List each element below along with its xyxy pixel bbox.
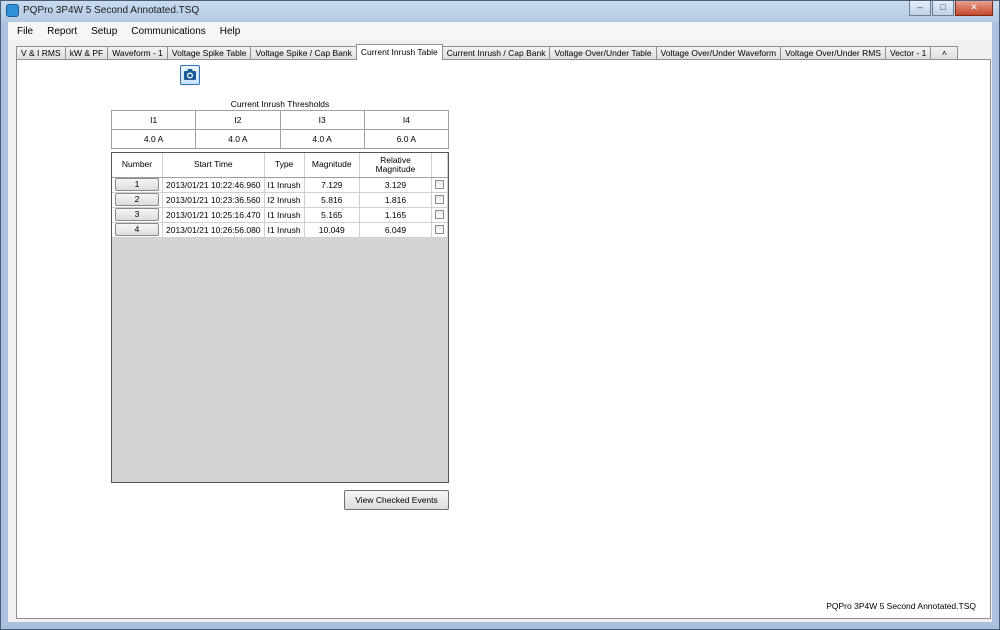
table-row: 1 2013/01/21 10:22:46.960 I1 Inrush 7.12… <box>112 177 449 193</box>
event-number-button[interactable]: 2 <box>115 193 159 206</box>
cell-start-time: 2013/01/21 10:25:16.470 <box>162 207 265 223</box>
menu-setup[interactable]: Setup <box>84 24 124 39</box>
threshold-header-i3: I3 <box>279 110 365 130</box>
tab-voltage-spike-table[interactable]: Voltage Spike Table <box>166 46 252 60</box>
event-checkbox[interactable] <box>434 225 444 234</box>
app-window: PQPro 3P4W 5 Second Annotated.TSQ – □ ✕ … <box>0 0 1000 630</box>
threshold-header-i1: I1 <box>110 110 197 130</box>
cell-start-time: 2013/01/21 10:26:56.080 <box>162 222 265 238</box>
menu-report[interactable]: Report <box>40 24 84 39</box>
tab-voltage-over-under-waveform[interactable]: Voltage Over/Under Waveform <box>655 46 782 60</box>
close-button[interactable]: ✕ <box>955 1 993 16</box>
tab-voltage-spike-cap-bank[interactable]: Voltage Spike / Cap Bank <box>250 46 357 60</box>
cell-type: I1 Inrush <box>264 207 305 223</box>
cell-relative-magnitude: 3.129 <box>359 177 432 193</box>
minimize-button[interactable]: – <box>909 1 931 16</box>
menu-file[interactable]: File <box>10 24 40 39</box>
threshold-value-i4: 6.0 A <box>363 129 450 149</box>
cell-type: I2 Inrush <box>264 192 305 208</box>
window-controls: – □ ✕ <box>908 1 993 19</box>
tab-waveform-1[interactable]: Waveform - 1 <box>107 46 168 60</box>
cell-magnitude: 10.049 <box>304 222 360 238</box>
app-icon <box>6 4 19 17</box>
table-row: 4 2013/01/21 10:26:56.080 I1 Inrush 10.0… <box>112 222 449 238</box>
tab-scroll-button[interactable]: ˄ <box>930 46 959 60</box>
table-row: 2 2013/01/21 10:23:36.560 I2 Inrush 5.81… <box>112 192 449 208</box>
events-grid: Number Start Time Type Magnitude Relativ… <box>111 152 449 483</box>
cell-start-time: 2013/01/21 10:23:36.560 <box>162 192 265 208</box>
threshold-value-i2: 4.0 A <box>195 129 281 149</box>
threshold-header-i2: I2 <box>195 110 281 130</box>
cell-start-time: 2013/01/21 10:22:46.960 <box>162 177 265 193</box>
column-header-start-time[interactable]: Start Time <box>162 153 265 178</box>
menu-help[interactable]: Help <box>213 24 248 39</box>
column-header-relative-magnitude[interactable]: Relative Magnitude <box>359 153 432 178</box>
tab-voltage-over-under-table[interactable]: Voltage Over/Under Table <box>549 46 657 60</box>
threshold-value-i1: 4.0 A <box>110 129 197 149</box>
cell-relative-magnitude: 1.165 <box>359 207 432 223</box>
event-checkbox[interactable] <box>434 180 444 189</box>
cell-magnitude: 7.129 <box>304 177 360 193</box>
cell-relative-magnitude: 1.816 <box>359 192 432 208</box>
title-bar[interactable]: PQPro 3P4W 5 Second Annotated.TSQ – □ ✕ <box>1 1 999 21</box>
tab-kw-pf[interactable]: kW & PF <box>64 46 109 60</box>
status-filename: PQPro 3P4W 5 Second Annotated.TSQ <box>826 601 976 611</box>
cell-relative-magnitude: 6.049 <box>359 222 432 238</box>
column-header-type[interactable]: Type <box>264 153 305 178</box>
tab-voltage-over-under-rms[interactable]: Voltage Over/Under RMS <box>780 46 886 60</box>
event-number-button[interactable]: 1 <box>115 178 159 191</box>
event-checkbox[interactable] <box>434 210 444 219</box>
thresholds-table: I1 I2 I3 I4 4.0 A 4.0 A 4.0 A 6.0 A <box>110 110 450 149</box>
thresholds-caption: Current Inrush Thresholds <box>230 99 330 109</box>
client-area: V & I RMS kW & PF Waveform - 1 Voltage S… <box>8 40 992 622</box>
cell-type: I1 Inrush <box>264 177 305 193</box>
tab-page-current-inrush: Current Inrush Thresholds I1 I2 I3 I4 4.… <box>16 59 991 619</box>
view-checked-events-button[interactable]: View Checked Events <box>344 490 449 510</box>
events-table: Number Start Time Type Magnitude Relativ… <box>112 153 449 238</box>
menu-bar: File Report Setup Communications Help <box>8 22 992 40</box>
cell-magnitude: 5.816 <box>304 192 360 208</box>
column-header-magnitude[interactable]: Magnitude <box>304 153 360 178</box>
cell-type: I1 Inrush <box>264 222 305 238</box>
column-header-check <box>431 153 449 178</box>
column-header-number[interactable]: Number <box>112 153 163 178</box>
menu-communications[interactable]: Communications <box>124 24 212 39</box>
threshold-header-i4: I4 <box>363 110 450 130</box>
cell-magnitude: 5.165 <box>304 207 360 223</box>
maximize-button[interactable]: □ <box>932 1 954 16</box>
window-title: PQPro 3P4W 5 Second Annotated.TSQ <box>23 5 200 16</box>
table-row: 3 2013/01/21 10:25:16.470 I1 Inrush 5.16… <box>112 207 449 223</box>
tab-vector-1[interactable]: Vector - 1 <box>884 46 932 60</box>
tab-current-inrush-table[interactable]: Current Inrush Table <box>355 44 443 60</box>
tab-strip: V & I RMS kW & PF Waveform - 1 Voltage S… <box>16 44 959 60</box>
event-checkbox[interactable] <box>434 195 444 204</box>
event-number-button[interactable]: 3 <box>115 208 159 221</box>
column-header-relative-line2: Magnitude <box>375 163 416 174</box>
tab-v-i-rms[interactable]: V & I RMS <box>16 46 66 60</box>
snapshot-button[interactable] <box>180 65 200 85</box>
tab-current-inrush-cap-bank[interactable]: Current Inrush / Cap Bank <box>441 46 551 60</box>
camera-icon <box>184 69 196 80</box>
event-number-button[interactable]: 4 <box>115 223 159 236</box>
threshold-value-i3: 4.0 A <box>279 129 365 149</box>
